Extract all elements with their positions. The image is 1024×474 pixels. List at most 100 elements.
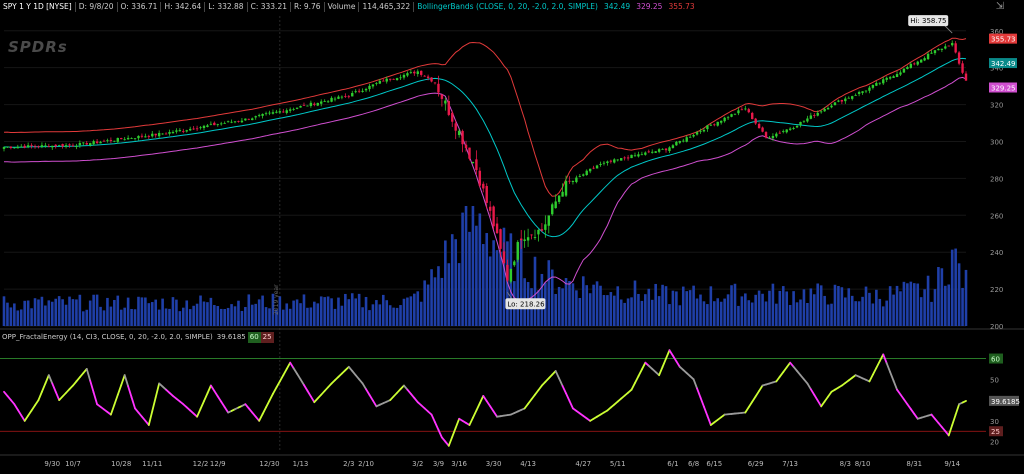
bb-upper-tag: 355.73 xyxy=(991,36,1016,44)
candle-body xyxy=(292,109,294,110)
candle-body xyxy=(34,146,36,147)
fe-segment xyxy=(259,414,262,421)
symbol-label[interactable]: SPY 1 Y 1D [NYSE] xyxy=(0,0,75,14)
volume-bar xyxy=(844,297,847,326)
fe-tick-label: 50 xyxy=(990,376,999,384)
volume-bar xyxy=(192,306,195,326)
candle-body xyxy=(337,97,339,99)
candle-body xyxy=(168,132,170,134)
fractal-energy-label[interactable]: OPP_FractalEnergy (14, CI3, CLOSE, 0, 20… xyxy=(0,332,215,343)
candle-body xyxy=(172,132,174,133)
fe-segment xyxy=(269,394,272,401)
candle-body xyxy=(303,105,305,106)
volume-bar xyxy=(447,263,450,326)
volume-bar xyxy=(596,281,599,326)
volume-bar xyxy=(282,310,285,326)
candle-body xyxy=(330,98,332,102)
fe-segment xyxy=(890,372,893,381)
x-tick-label: 10/28 xyxy=(111,460,131,468)
volume-bar xyxy=(927,276,930,326)
fractal-energy-layer xyxy=(0,350,986,446)
volume-bar xyxy=(665,286,668,326)
candle-body xyxy=(223,123,225,124)
volume-bar xyxy=(330,298,333,326)
volume-bar xyxy=(582,276,585,326)
volume-bar xyxy=(75,299,78,326)
fe-segment xyxy=(156,383,159,397)
candle-body xyxy=(951,43,953,45)
candle-body xyxy=(468,148,470,159)
volume-bar xyxy=(296,299,299,326)
candle-body xyxy=(392,79,394,80)
volume-bar xyxy=(141,297,144,326)
price-tick-label: 320 xyxy=(990,102,1003,110)
candle-body xyxy=(537,230,539,235)
candle-body xyxy=(48,146,50,147)
volume-bar xyxy=(437,266,440,326)
candle-body xyxy=(155,134,157,136)
x-tick-label: 7/13 xyxy=(782,460,798,468)
volume-bar xyxy=(841,287,844,326)
candle-body xyxy=(6,147,8,148)
volume-bar xyxy=(451,234,454,326)
volume-bar xyxy=(868,293,871,326)
candle-body xyxy=(27,145,29,147)
volume-bar xyxy=(10,307,13,326)
volume-bar xyxy=(213,305,216,326)
volume-bar xyxy=(30,308,33,326)
volume-bar xyxy=(27,300,30,326)
hi-pointer xyxy=(944,25,952,33)
x-tick-label: 12/30 xyxy=(259,460,279,468)
volume-bar xyxy=(682,287,685,326)
candle-body xyxy=(506,265,508,281)
x-tick-label: 3/16 xyxy=(451,460,467,468)
fe-segment xyxy=(480,396,483,403)
fe-segment xyxy=(876,361,879,368)
candle-body xyxy=(389,79,391,80)
volume-bar xyxy=(182,308,185,326)
candle-body xyxy=(486,186,488,203)
candle-body xyxy=(710,125,712,126)
volume-bar xyxy=(399,305,402,326)
expand-icon[interactable]: ⇲ xyxy=(994,0,1006,13)
volume-bar xyxy=(392,308,395,326)
fe-segment xyxy=(669,350,672,356)
volume-label[interactable]: Volume xyxy=(325,0,359,14)
chart-canvas[interactable]: 20022024026028030032034036020304050609/3… xyxy=(0,0,1024,470)
candle-body xyxy=(906,67,908,69)
candle-body xyxy=(382,81,384,82)
volume-bar xyxy=(413,294,416,326)
fe-segment xyxy=(273,388,276,394)
low-value: L: 332.88 xyxy=(205,0,246,14)
volume-bar xyxy=(203,302,206,326)
x-tick-label: 8/10 xyxy=(855,460,871,468)
volume-bar xyxy=(158,310,161,326)
candle-body xyxy=(727,117,729,118)
fe-segment xyxy=(94,392,97,404)
bb-lower-tag: 329.25 xyxy=(991,85,1016,93)
candle-body xyxy=(903,69,905,73)
bollinger-label[interactable]: BollingerBands (CLOSE, 0, 20, -2.0, 2.0,… xyxy=(414,0,601,14)
candle-body xyxy=(544,224,546,230)
candle-body xyxy=(786,129,788,132)
fe-segment xyxy=(818,401,821,407)
candle-body xyxy=(299,106,301,108)
candle-body xyxy=(199,127,201,128)
fe-segment xyxy=(38,392,41,400)
fe-segment xyxy=(363,383,366,389)
volume-bar xyxy=(603,295,606,326)
candle-body xyxy=(103,141,105,142)
volume-bar xyxy=(713,301,716,326)
candle-body xyxy=(692,135,694,136)
candle-body xyxy=(799,122,801,125)
candle-body xyxy=(879,83,881,84)
candle-body xyxy=(13,147,15,148)
fe-segment xyxy=(45,375,48,383)
close-value: C: 333.21 xyxy=(248,0,290,14)
volume-bar xyxy=(106,298,109,326)
volume-bar xyxy=(79,295,82,326)
fe-segment xyxy=(642,363,645,370)
candle-body xyxy=(875,83,877,86)
fe-segment xyxy=(483,396,486,401)
volume-bar xyxy=(561,288,564,326)
